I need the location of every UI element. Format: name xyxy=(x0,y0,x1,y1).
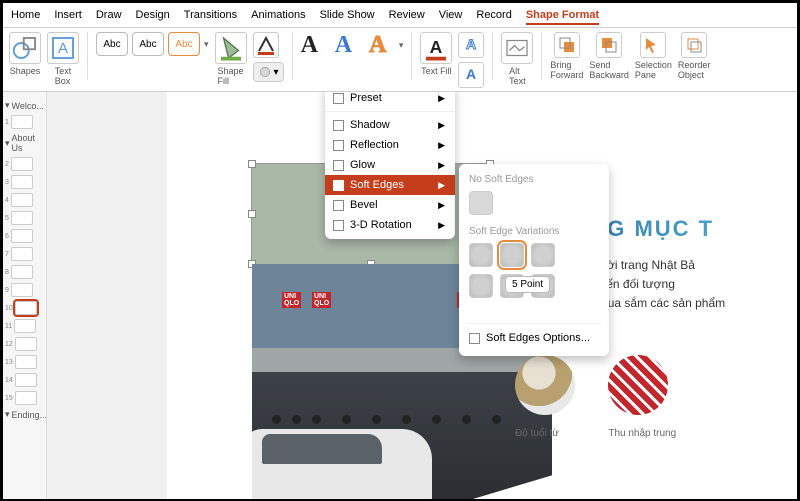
tab-shape-format[interactable]: Shape Format xyxy=(526,7,599,25)
svg-text:A: A xyxy=(466,66,476,82)
softedge-variation-3[interactable] xyxy=(531,243,555,267)
shape-outline-button[interactable] xyxy=(253,32,279,58)
slide-thumbnails[interactable]: ▾Welco... 1 ▾About Us 2 3 4 5 6 7 8 9 10… xyxy=(3,92,47,499)
reorder-label: Reorder Object xyxy=(678,60,711,80)
menu-soft-edges[interactable]: Soft Edges▶ xyxy=(325,175,455,195)
bring-forward-button[interactable]: Bring Forward xyxy=(550,32,583,80)
softedge-tooltip: 5 Point xyxy=(505,276,550,293)
svg-text:A: A xyxy=(430,37,443,57)
alt-text-label: Alt Text xyxy=(509,66,526,86)
no-soft-edges-label: No Soft Edges xyxy=(469,174,601,185)
send-backward-label: Send Backward xyxy=(589,60,629,80)
softedge-variation-2[interactable] xyxy=(500,243,524,267)
svg-text:A: A xyxy=(58,40,68,57)
style-preset-2[interactable]: Abc xyxy=(132,32,164,56)
tab-insert[interactable]: Insert xyxy=(54,7,82,25)
chevron-down-icon[interactable]: ▾ xyxy=(5,409,10,420)
wordart-more-icon[interactable]: ▾ xyxy=(399,40,404,51)
chevron-down-icon[interactable]: ▾ xyxy=(5,100,10,111)
softedge-variation-4[interactable] xyxy=(469,274,493,298)
text-effects-button[interactable]: A xyxy=(458,62,484,88)
textbox-label: Text Box xyxy=(55,66,72,86)
shapes-button[interactable]: Shapes xyxy=(9,32,41,76)
wordart-style-3[interactable]: A xyxy=(369,32,386,59)
text-outline-button[interactable]: A xyxy=(458,32,484,58)
section-welcome[interactable]: Welco... xyxy=(12,101,44,111)
menu-glow[interactable]: Glow▶ xyxy=(325,155,455,175)
section-about-us[interactable]: About Us xyxy=(12,133,44,153)
style-preset-1[interactable]: Abc xyxy=(96,32,128,56)
variations-label: Soft Edge Variations xyxy=(469,226,601,237)
soft-edges-options[interactable]: Soft Edges Options... xyxy=(467,328,601,348)
tab-record[interactable]: Record xyxy=(476,7,511,25)
shape-effects-button[interactable]: ▾ xyxy=(253,62,284,82)
tab-animations[interactable]: Animations xyxy=(251,7,305,25)
tab-transitions[interactable]: Transitions xyxy=(184,7,237,25)
selection-pane-label: Selection Pane xyxy=(635,60,672,80)
soft-edges-submenu: No Soft Edges Soft Edge Variations 5 Poi… xyxy=(459,164,609,356)
menu-preset[interactable]: Preset▶ xyxy=(325,92,455,108)
reorder-button[interactable]: Reorder Object xyxy=(678,32,711,80)
style-preset-3[interactable]: Abc xyxy=(168,32,200,56)
wordart-style-1[interactable]: A xyxy=(301,32,318,59)
circle-image-1 xyxy=(515,355,575,415)
shape-fill-label: Shape Fill xyxy=(218,66,244,86)
caption-2: Thu nhập trung xyxy=(608,426,698,442)
menu-shadow[interactable]: Shadow▶ xyxy=(325,115,455,135)
tab-home[interactable]: Home xyxy=(11,7,40,25)
tab-view[interactable]: View xyxy=(439,7,463,25)
tab-design[interactable]: Design xyxy=(136,7,170,25)
selection-pane-button[interactable]: Selection Pane xyxy=(635,32,672,80)
text-fill-button[interactable]: A Text Fill xyxy=(420,32,452,76)
chevron-down-icon[interactable]: ▾ xyxy=(5,138,10,149)
textbox-button[interactable]: A Text Box xyxy=(47,32,79,86)
circle-image-2 xyxy=(608,355,668,415)
menu-3d-rotation[interactable]: 3-D Rotation▶ xyxy=(325,215,455,235)
caption-1: Độ tuổi từ xyxy=(515,426,605,442)
shape-effects-menu: Preset▶ Shadow▶ Reflection▶ Glow▶ Soft E… xyxy=(325,92,455,239)
menu-reflection[interactable]: Reflection▶ xyxy=(325,135,455,155)
svg-text:A: A xyxy=(466,36,476,52)
tab-draw[interactable]: Draw xyxy=(96,7,122,25)
send-backward-button[interactable]: Send Backward xyxy=(589,32,629,80)
shapes-label: Shapes xyxy=(10,66,41,76)
bring-forward-label: Bring Forward xyxy=(550,60,583,80)
ribbon: Shapes A Text Box Abc Abc Abc ▾ Shape Fi… xyxy=(3,28,797,92)
tab-review[interactable]: Review xyxy=(389,7,425,25)
style-more-icon[interactable]: ▾ xyxy=(204,39,209,50)
tab-slideshow[interactable]: Slide Show xyxy=(320,7,375,25)
text-fill-label: Text Fill xyxy=(421,66,452,76)
no-soft-edges-swatch[interactable] xyxy=(469,191,493,215)
menu-tabs: Home Insert Draw Design Transitions Anim… xyxy=(3,3,797,28)
section-ending[interactable]: Ending... xyxy=(12,410,47,420)
alt-text-button[interactable]: Alt Text xyxy=(501,32,533,86)
wordart-style-2[interactable]: A xyxy=(335,32,352,59)
slide-canvas[interactable]: UNI QLO UNI QLO UNI QLO UNI QLO H HƯỚNG … xyxy=(47,92,797,499)
shape-fill-button[interactable]: Shape Fill xyxy=(215,32,247,86)
menu-bevel[interactable]: Bevel▶ xyxy=(325,195,455,215)
softedge-variation-1[interactable] xyxy=(469,243,493,267)
